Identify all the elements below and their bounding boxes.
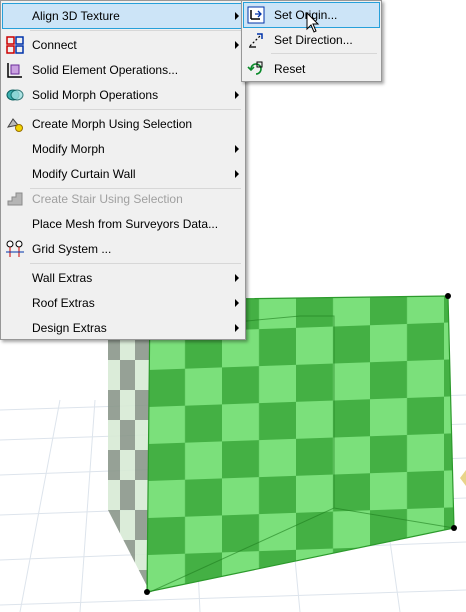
menu-separator [30, 263, 241, 264]
menu-item-label: Design Extras [32, 321, 107, 335]
grid-system-icon [6, 240, 24, 257]
solid-element-icon [7, 63, 22, 78]
submenu-arrow-icon [235, 324, 239, 332]
connect-icon [6, 36, 24, 54]
menu-item-align-3d-texture[interactable]: Align 3D Texture [2, 3, 244, 29]
menu-item-connect[interactable]: Connect [3, 33, 243, 57]
menu-item-place-mesh[interactable]: Place Mesh from Surveyors Data... [3, 212, 243, 236]
submenu-arrow-icon [235, 274, 239, 282]
menu-item-label: Place Mesh from Surveyors Data... [32, 217, 219, 231]
submenu-arrow-icon [235, 299, 239, 307]
menu-item-label: Solid Element Operations... [32, 63, 179, 77]
hotspot-top-right[interactable] [445, 293, 451, 299]
menu-item-label: Wall Extras [32, 271, 93, 285]
menu-item-create-morph[interactable]: Create Morph Using Selection [3, 112, 243, 136]
menu-item-label: Set Direction... [274, 33, 353, 47]
menu-item-roof-extras[interactable]: Roof Extras [3, 291, 243, 315]
menu-item-create-stair[interactable]: Create Stair Using Selection [3, 187, 243, 211]
menu-item-solid-morph-operations[interactable]: Solid Morph Operations [3, 83, 243, 107]
cursor-hint [460, 470, 466, 486]
menu-item-label: Connect [32, 38, 77, 52]
menu-item-modify-curtain-wall[interactable]: Modify Curtain Wall [3, 162, 243, 186]
hotspot-bottom-right[interactable] [451, 525, 457, 531]
menu-item-label: Solid Morph Operations [32, 88, 159, 102]
menu-item-grid-system[interactable]: Grid System ... [3, 237, 243, 261]
textured-wall-face[interactable] [146, 295, 455, 593]
menu-item-label: Grid System ... [32, 242, 112, 256]
menu-item-label: Create Morph Using Selection [32, 117, 193, 131]
submenu-arrow-icon [235, 41, 239, 49]
context-menu: Align 3D Texture Connect Solid Element O… [0, 0, 246, 340]
menu-item-label: Create Stair Using Selection [32, 192, 183, 206]
menu-item-label: Reset [274, 62, 306, 76]
menu-item-solid-element-operations[interactable]: Solid Element Operations... [3, 58, 243, 82]
set-origin-icon [247, 6, 265, 24]
submenu-item-reset[interactable]: Reset [244, 57, 379, 81]
set-direction-icon [249, 33, 263, 48]
menu-separator [30, 109, 241, 110]
side-wall-face [108, 340, 150, 592]
menu-item-wall-extras[interactable]: Wall Extras [3, 266, 243, 290]
create-morph-icon [6, 118, 23, 132]
submenu-arrow-icon [235, 12, 239, 20]
menu-separator [271, 53, 377, 54]
submenu-arrow-icon [235, 145, 239, 153]
menu-item-label: Roof Extras [32, 296, 95, 310]
menu-item-label: Modify Curtain Wall [32, 167, 136, 181]
menu-item-label: Modify Morph [32, 142, 105, 156]
reset-icon [247, 61, 263, 75]
solid-morph-icon [6, 89, 24, 101]
menu-item-modify-morph[interactable]: Modify Morph [3, 137, 243, 161]
hotspot-bottom-left[interactable] [144, 589, 150, 595]
submenu-arrow-icon [235, 170, 239, 178]
menu-item-label: Align 3D Texture [32, 9, 120, 23]
mouse-cursor-icon [306, 12, 320, 33]
stair-icon [7, 192, 23, 206]
menu-separator [30, 30, 241, 31]
menu-item-design-extras[interactable]: Design Extras [3, 316, 243, 340]
submenu-arrow-icon [235, 91, 239, 99]
